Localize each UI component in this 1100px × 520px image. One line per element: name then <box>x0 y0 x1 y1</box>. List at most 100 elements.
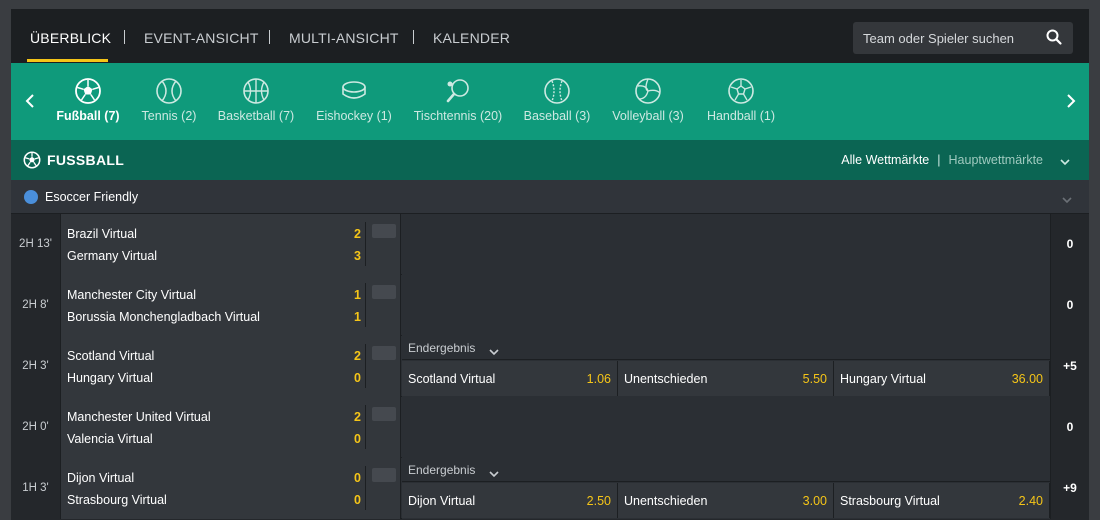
match-teams[interactable]: Dijon Virtual 0 Strasbourg Virtual 0 <box>61 458 401 519</box>
league-row[interactable]: Esoccer Friendly <box>11 180 1089 214</box>
sport-fussball[interactable]: Fußball (7) <box>56 63 120 140</box>
sport-label: Baseball (3) <box>523 109 591 123</box>
odds-label: Strasbourg Virtual <box>840 494 940 508</box>
home-score: 1 <box>354 288 361 302</box>
odds-button-home[interactable]: Dijon Virtual 2.50 <box>402 483 618 518</box>
sport-volleyball[interactable]: Volleyball (3) <box>609 63 687 140</box>
away-team: Strasbourg Virtual <box>67 493 167 507</box>
home-team: Manchester City Virtual <box>67 288 196 302</box>
sport-handball[interactable]: Handball (1) <box>705 63 777 140</box>
odds-button-home[interactable]: Scotland Virtual 1.06 <box>402 361 618 396</box>
tab-multi-ansicht[interactable]: MULTI-ANSICHT <box>289 9 399 63</box>
sport-label: Fußball (7) <box>56 109 120 123</box>
sport-label: Handball (1) <box>706 109 776 123</box>
active-tab-underline <box>27 59 108 62</box>
match-row[interactable]: 2H 0' Manchester United Virtual 2 Valenc… <box>11 397 1089 458</box>
sport-label: Eishockey (1) <box>316 109 392 123</box>
chevron-right-icon[interactable] <box>1063 90 1079 112</box>
chevron-down-icon[interactable] <box>1061 192 1073 210</box>
market-separator: | <box>937 153 941 167</box>
odds-label: Unentschieden <box>624 494 708 508</box>
sport-tennis[interactable]: Tennis (2) <box>138 63 200 140</box>
main-markets-link[interactable]: Hauptwettmärkte <box>949 153 1043 167</box>
search-icon[interactable] <box>1045 28 1063 51</box>
divider <box>365 405 366 449</box>
market-filter: Alle Wettmärkte | Hauptwettmärkte <box>841 140 1043 180</box>
match-teams[interactable]: Brazil Virtual 2 Germany Virtual 3 <box>61 214 401 275</box>
away-score: 0 <box>354 432 361 446</box>
sport-label: Tischtennis (20) <box>413 109 503 123</box>
odds-label: Unentschieden <box>624 372 708 386</box>
more-markets-count[interactable]: +5 <box>1050 336 1089 397</box>
away-score: 0 <box>354 371 361 385</box>
match-time: 2H 3' <box>11 336 61 397</box>
home-score: 0 <box>354 471 361 485</box>
match-row[interactable]: 2H 8' Manchester City Virtual 1 Borussia… <box>11 275 1089 336</box>
markets-empty <box>402 397 1050 458</box>
league-name: Esoccer Friendly <box>45 190 139 204</box>
all-markets-link[interactable]: Alle Wettmärkte <box>841 153 929 167</box>
more-markets-count[interactable]: 0 <box>1050 275 1089 336</box>
odds-button-draw[interactable]: Unentschieden 5.50 <box>618 361 834 396</box>
section-title: FUSSBALL <box>47 152 125 168</box>
home-team: Dijon Virtual <box>67 471 135 485</box>
market-header[interactable]: Endergebnis <box>402 458 1050 482</box>
more-markets-count[interactable]: 0 <box>1050 397 1089 458</box>
odds-value: 3.00 <box>802 494 827 508</box>
baseball-icon <box>543 77 571 105</box>
tab-kalender[interactable]: KALENDER <box>433 9 510 63</box>
league-flag-icon <box>24 190 38 204</box>
odds-button-away[interactable]: Strasbourg Virtual 2.40 <box>834 483 1050 518</box>
chevron-down-icon[interactable] <box>488 344 500 362</box>
stream-icon[interactable] <box>372 468 396 482</box>
chevron-down-icon[interactable] <box>488 466 500 484</box>
market-title: Endergebnis <box>408 341 476 355</box>
away-score: 0 <box>354 493 361 507</box>
stream-icon[interactable] <box>372 407 396 421</box>
search-input[interactable] <box>853 22 1043 54</box>
odds-button-away[interactable]: Hungary Virtual 36.00 <box>834 361 1050 396</box>
match-time: 1H 3' <box>11 458 61 519</box>
top-navigation: ÜBERBLICK EVENT-ANSICHT MULTI-ANSICHT KA… <box>11 9 1089 63</box>
sport-eishockey[interactable]: Eishockey (1) <box>316 63 392 140</box>
stream-icon[interactable] <box>372 224 396 238</box>
market-title: Endergebnis <box>408 463 476 477</box>
divider <box>365 466 366 510</box>
tab-ueberblick[interactable]: ÜBERBLICK <box>30 9 111 63</box>
sport-basketball[interactable]: Basketball (7) <box>217 63 295 140</box>
odds-button-draw[interactable]: Unentschieden 3.00 <box>618 483 834 518</box>
sport-label: Tennis (2) <box>141 109 197 123</box>
chevron-left-icon[interactable] <box>22 90 38 112</box>
match-row[interactable]: 2H 3' Scotland Virtual 2 Hungary Virtual… <box>11 336 1089 397</box>
tab-event-ansicht[interactable]: EVENT-ANSICHT <box>144 9 259 63</box>
hockey-puck-icon <box>340 77 368 105</box>
match-teams[interactable]: Scotland Virtual 2 Hungary Virtual 0 <box>61 336 401 397</box>
odds-value: 1.06 <box>586 372 611 386</box>
match-row[interactable]: 2H 13' Brazil Virtual 2 Germany Virtual … <box>11 214 1089 275</box>
stream-icon[interactable] <box>372 346 396 360</box>
sport-tischtennis[interactable]: Tischtennis (20) <box>412 63 504 140</box>
home-team: Brazil Virtual <box>67 227 137 241</box>
away-team: Valencia Virtual <box>67 432 153 446</box>
search-box <box>853 22 1073 54</box>
chevron-down-icon[interactable] <box>1059 154 1071 172</box>
market-header[interactable]: Endergebnis <box>402 336 1050 360</box>
match-row[interactable]: 1H 3' Dijon Virtual 0 Strasbourg Virtual… <box>11 458 1089 519</box>
markets-empty <box>402 214 1050 275</box>
match-teams[interactable]: Manchester United Virtual 2 Valencia Vir… <box>61 397 401 458</box>
odds-value: 2.50 <box>586 494 611 508</box>
sport-baseball[interactable]: Baseball (3) <box>521 63 593 140</box>
nav-separator <box>124 30 125 44</box>
basketball-icon <box>242 77 270 105</box>
divider <box>365 222 366 266</box>
nav-separator <box>413 30 414 44</box>
odds-value: 5.50 <box>802 372 827 386</box>
match-teams[interactable]: Manchester City Virtual 1 Borussia Monch… <box>61 275 401 336</box>
match-time: 2H 0' <box>11 397 61 458</box>
divider <box>365 344 366 388</box>
more-markets-count[interactable]: 0 <box>1050 214 1089 275</box>
more-markets-count[interactable]: +9 <box>1050 458 1089 519</box>
sport-label: Volleyball (3) <box>612 109 684 123</box>
soccer-ball-icon <box>23 151 41 174</box>
stream-icon[interactable] <box>372 285 396 299</box>
